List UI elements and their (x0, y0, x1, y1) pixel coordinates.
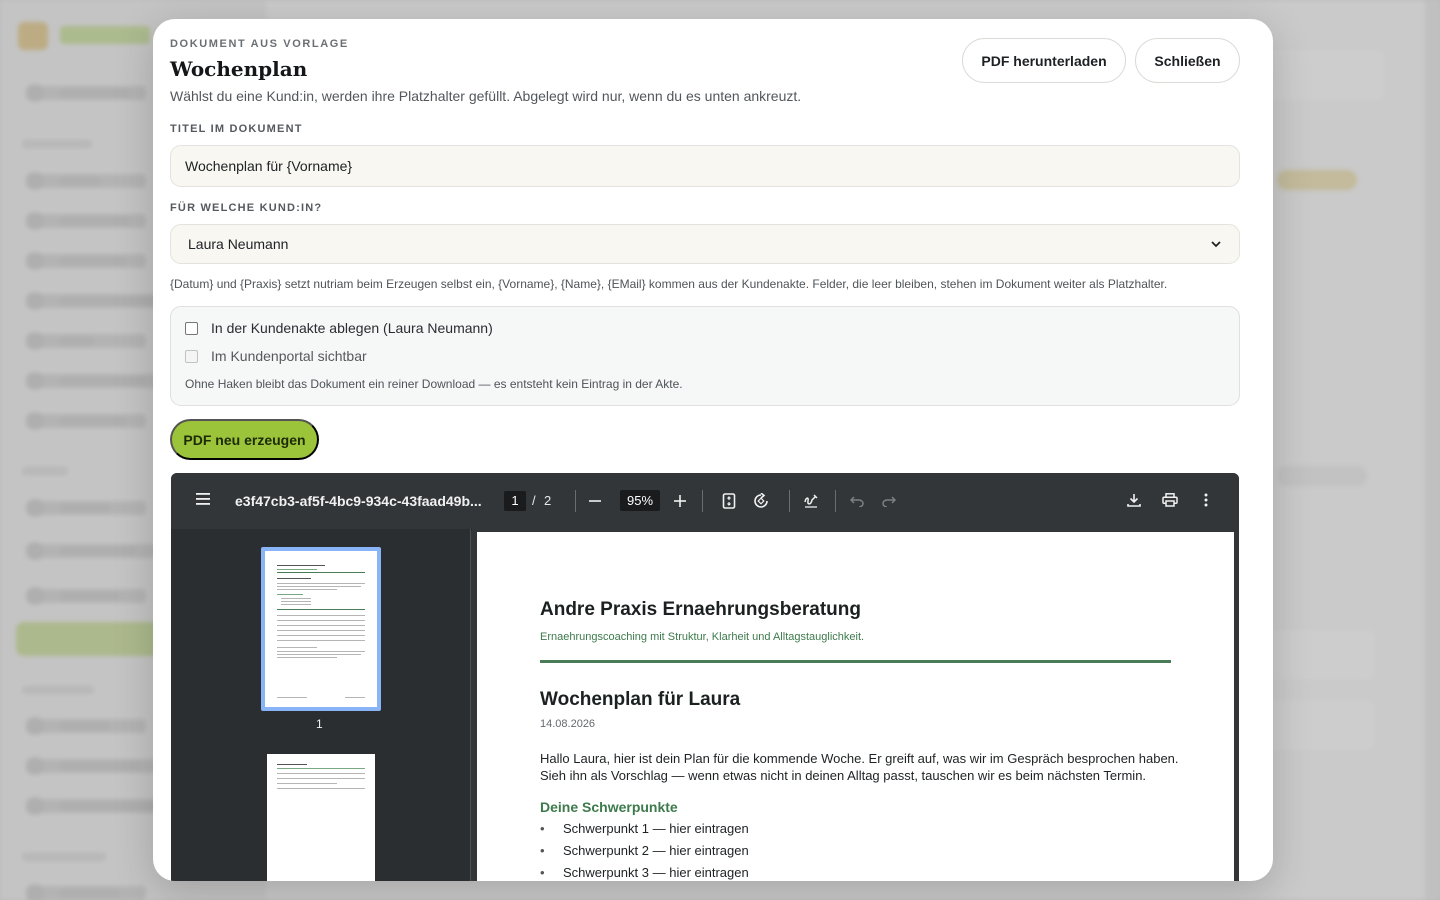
download-icon (1127, 494, 1141, 507)
toolbar-divider (575, 490, 576, 512)
thumbnail-page-1-preview (265, 551, 377, 707)
page-count: 2 (544, 493, 552, 508)
print-icon (1162, 493, 1178, 507)
modal-subtitle: Wählst du eine Kund:in, werden ihre Plat… (170, 88, 802, 104)
annotate-button[interactable] (801, 491, 821, 511)
regenerate-pdf-button[interactable]: PDF neu erzeugen (170, 419, 319, 460)
client-field-label: FÜR WELCHE KUND:IN? (170, 202, 323, 214)
page-separator: / (532, 493, 536, 508)
template-document-modal: DOKUMENT AUS VORLAGE Wochenplan Wählst d… (153, 19, 1273, 881)
undo-button (847, 491, 867, 511)
file-in-record-checkbox-row[interactable]: In der Kundenakte ablegen (Laura Neumann… (185, 320, 493, 336)
redo-icon (882, 496, 896, 507)
rotate-icon (754, 493, 768, 508)
document-header-rule (540, 660, 1171, 663)
document-tagline: Ernaehrungscoaching mit Struktur, Klarhe… (540, 631, 865, 643)
document-date: 14.08.2026 (540, 718, 596, 730)
chevron-down-icon (1211, 241, 1221, 248)
document-list-item: • Schwerpunkt 3 — hier eintragen (540, 865, 749, 880)
toolbar-divider (789, 490, 790, 512)
document-intro: Hallo Laura, hier ist dein Plan für die … (540, 751, 1179, 783)
undo-icon (850, 496, 864, 507)
pdf-toolbar: e3f47cb3-af5f-4bc9-934c-43faad49b... 1 /… (171, 473, 1239, 529)
document-list-item: • Schwerpunkt 2 — hier eintragen (540, 843, 749, 858)
modal-eyebrow: DOKUMENT AUS VORLAGE (170, 38, 349, 50)
thumbnail-page-1-label: 1 (316, 717, 323, 731)
zoom-level-input[interactable]: 95% (620, 490, 660, 511)
close-button[interactable]: Schließen (1135, 38, 1240, 83)
thumbnail-page-1[interactable] (261, 547, 381, 711)
list-bullet: • (540, 865, 545, 880)
list-bullet: • (540, 821, 545, 836)
client-select-value: Laura Neumann (188, 236, 289, 252)
print-button[interactable] (1160, 490, 1180, 510)
pdf-page-1: Andre Praxis Ernaehrungsberatung Ernaehr… (477, 532, 1234, 881)
thumbnail-page-2[interactable] (267, 754, 375, 881)
document-list-item-text: Schwerpunkt 1 — hier eintragen (563, 821, 749, 836)
download-button[interactable] (1124, 490, 1144, 510)
portal-visible-label: Im Kundenportal sichtbar (211, 348, 367, 364)
toolbar-divider (702, 490, 703, 512)
document-title-input[interactable]: Wochenplan für {Vorname} (170, 145, 1240, 187)
document-list-item: • Schwerpunkt 1 — hier eintragen (540, 821, 749, 836)
pdf-filename: e3f47cb3-af5f-4bc9-934c-43faad49b... (235, 493, 482, 509)
document-list-item-text: Schwerpunkt 2 — hier eintragen (563, 843, 749, 858)
more-options-button[interactable] (1196, 490, 1216, 510)
list-bullet: • (540, 843, 545, 858)
filing-options: In der Kundenakte ablegen (Laura Neumann… (170, 306, 1240, 406)
document-list-item-text: Schwerpunkt 3 — hier eintragen (563, 865, 749, 880)
zoom-in-button[interactable] (670, 491, 690, 511)
zoom-out-button[interactable] (585, 491, 605, 511)
zoom-in-icon (674, 495, 686, 507)
more-icon (1204, 493, 1208, 507)
fit-page-icon (722, 493, 736, 509)
pdf-viewer: e3f47cb3-af5f-4bc9-934c-43faad49b... 1 /… (171, 473, 1239, 881)
modal-title: Wochenplan (170, 57, 308, 81)
placeholder-hint: {Datum} und {Praxis} setzt nutriam beim … (170, 277, 1168, 291)
title-field-label: TITEL IM DOKUMENT (170, 123, 303, 135)
document-org-name: Andre Praxis Ernaehrungsberatung (540, 599, 861, 620)
filing-note: Ohne Haken bleibt das Dokument ein reine… (185, 377, 683, 391)
annotate-icon (804, 494, 818, 508)
download-pdf-button[interactable]: PDF herunterladen (962, 38, 1126, 83)
pdf-page-area: Andre Praxis Ernaehrungsberatung Ernaehr… (472, 529, 1239, 881)
portal-visible-checkbox-row: Im Kundenportal sichtbar (185, 348, 367, 364)
document-heading: Wochenplan für Laura (540, 689, 741, 710)
client-select[interactable]: Laura Neumann (170, 224, 1240, 264)
file-in-record-checkbox[interactable] (185, 321, 198, 335)
document-section-title: Deine Schwerpunkte (540, 799, 678, 815)
rotate-button[interactable] (751, 491, 771, 511)
redo-button (879, 491, 899, 511)
fit-page-button[interactable] (719, 491, 739, 511)
page-number-input[interactable]: 1 (504, 491, 526, 511)
toolbar-divider (835, 490, 836, 512)
thumbnail-sidebar: 1 (171, 529, 471, 881)
zoom-out-icon (589, 500, 601, 502)
file-in-record-label: In der Kundenakte ablegen (Laura Neumann… (211, 320, 493, 336)
menu-icon[interactable] (196, 493, 210, 505)
portal-visible-checkbox (185, 349, 198, 363)
